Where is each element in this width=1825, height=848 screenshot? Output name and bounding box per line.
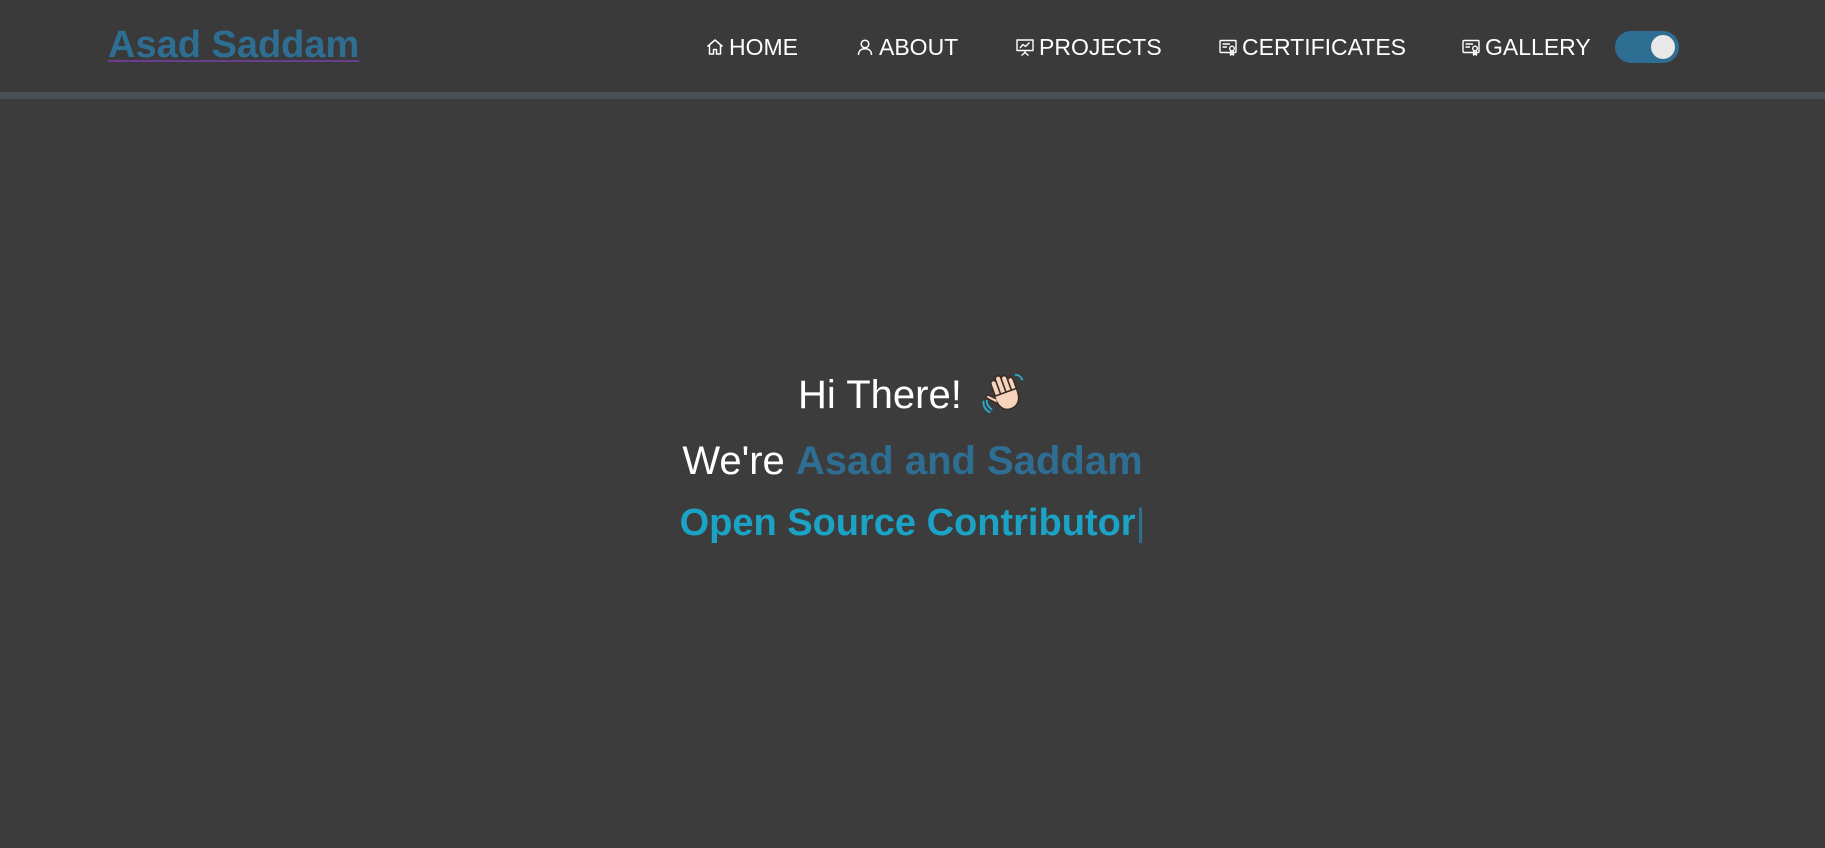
theme-toggle[interactable]	[1615, 31, 1679, 63]
nav-item-label: PROJECTS	[1039, 33, 1162, 60]
nav-item-label: HOME	[729, 33, 798, 60]
certificate-icon	[1219, 39, 1237, 56]
nav-item-label: CERTIFICATES	[1242, 33, 1406, 60]
presentation-chart-icon	[1016, 39, 1034, 57]
hero-greeting: Hi There!	[0, 370, 1825, 420]
typing-cursor: |	[1135, 502, 1146, 544]
home-icon	[707, 39, 723, 55]
intro-prefix: We're	[682, 439, 796, 483]
toggle-knob	[1651, 35, 1675, 59]
nav-item-certificates[interactable]: CERTIFICATES	[1218, 32, 1406, 62]
navbar: Asad Saddam HOME ABOUT PROJECTS CERTIFIC…	[0, 0, 1825, 99]
nav-item-home[interactable]: HOME	[705, 32, 798, 62]
waving-hand-icon	[982, 373, 1024, 414]
nav-item-label: GALLERY	[1485, 33, 1591, 60]
certificate-icon	[1462, 39, 1480, 56]
hero-role: Open Source Contributor|	[0, 498, 1825, 548]
nav-item-projects[interactable]: PROJECTS	[1015, 32, 1162, 62]
greeting-text: Hi There!	[798, 373, 962, 417]
hero-intro: We're Asad and Saddam	[0, 436, 1825, 486]
intro-names: Asad and Saddam	[795, 439, 1143, 483]
nav-item-about[interactable]: ABOUT	[855, 32, 958, 62]
nav-item-label: ABOUT	[879, 33, 959, 60]
role-text: Open Source Contributor	[679, 502, 1136, 544]
nav-item-gallery[interactable]: GALLERY	[1461, 32, 1591, 62]
user-icon	[857, 39, 873, 56]
brand-link[interactable]: Asad Saddam	[108, 24, 359, 67]
